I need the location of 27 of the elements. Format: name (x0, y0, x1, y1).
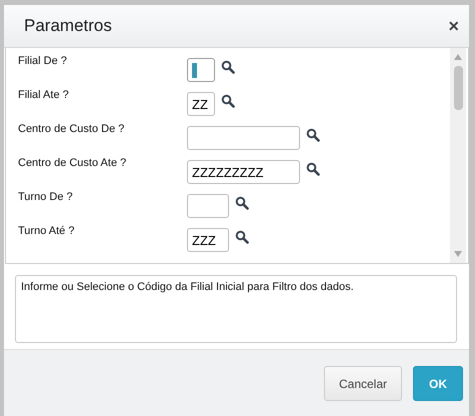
parameter-label: Filial Ate ? (18, 88, 70, 101)
cancel-button[interactable]: Cancelar (324, 366, 402, 401)
text-cursor (192, 62, 197, 78)
input-field[interactable] (187, 194, 229, 218)
parameter-label: Centro de Custo Ate ? (18, 156, 128, 169)
input-field[interactable] (187, 58, 215, 82)
parameter-label: Turno Até ? (18, 224, 76, 237)
search-icon[interactable] (306, 128, 320, 142)
parameter-label: Centro de Custo De ? (18, 122, 126, 135)
input-field[interactable] (187, 126, 300, 150)
search-icon[interactable] (221, 60, 235, 74)
parameter-label: Filial De ? (18, 54, 68, 67)
search-icon[interactable] (221, 94, 235, 108)
scroll-thumb[interactable] (454, 66, 462, 110)
search-icon[interactable] (306, 162, 320, 176)
input-field[interactable]: ZZZ (187, 228, 229, 252)
dialog-title: Parametros (24, 16, 112, 36)
search-icon[interactable] (235, 196, 249, 210)
scroll-up-icon[interactable] (454, 54, 462, 60)
search-icon[interactable] (235, 230, 249, 244)
close-button[interactable]: × (448, 16, 459, 36)
scroll-down-icon[interactable] (454, 251, 462, 257)
help-text: Informe ou Selecione o Código da Filial Inicial para Filtro dos dados. (15, 275, 457, 343)
parameter-label: Turno De ? (18, 190, 74, 203)
scrollbar[interactable] (450, 48, 466, 263)
input-field[interactable]: ZZZZZZZZZ (187, 160, 300, 184)
input-field[interactable]: ZZ (187, 92, 215, 116)
